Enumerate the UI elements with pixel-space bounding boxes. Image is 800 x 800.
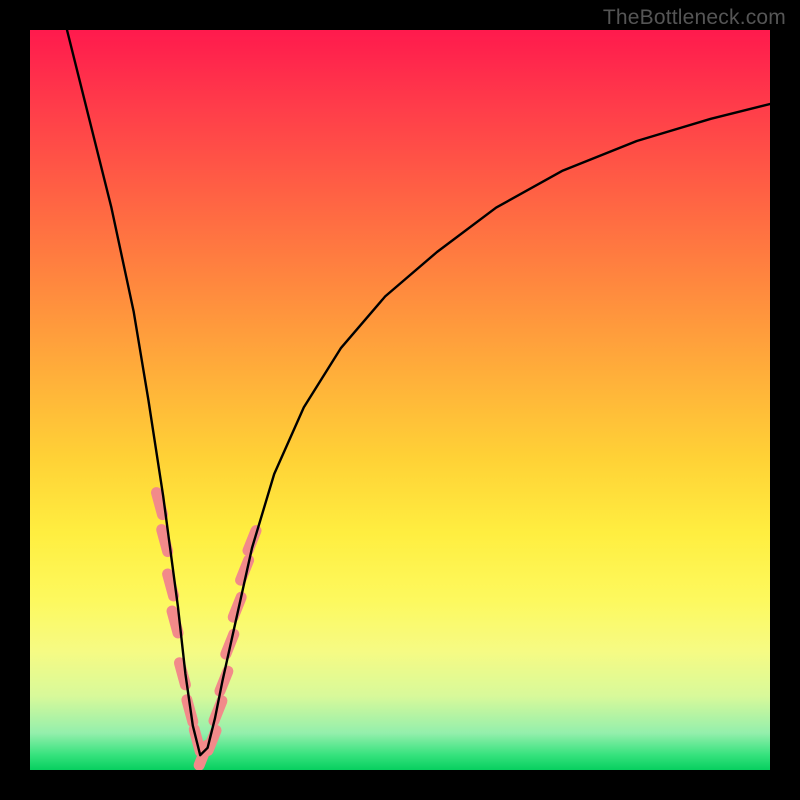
- marker-dot: [168, 574, 174, 596]
- bottleneck-curve: [67, 30, 770, 755]
- marker-dot: [157, 493, 163, 515]
- marker-dots: [157, 493, 257, 766]
- chart-frame: TheBottleneck.com: [0, 0, 800, 800]
- marker-dot: [162, 530, 168, 552]
- plot-area: [30, 30, 770, 770]
- watermark-text: TheBottleneck.com: [603, 6, 786, 30]
- curve-layer: [30, 30, 770, 770]
- marker-dot: [172, 611, 178, 633]
